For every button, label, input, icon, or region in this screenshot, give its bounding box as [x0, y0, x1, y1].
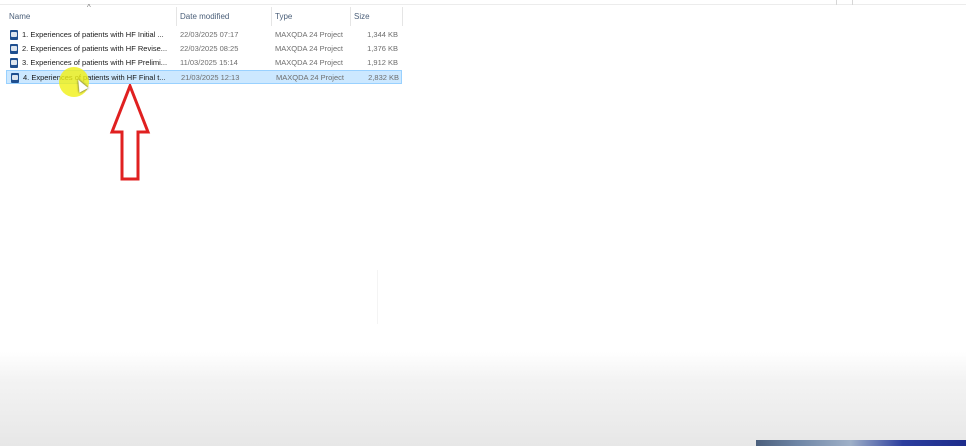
up-arrow-annotation: [109, 84, 151, 181]
file-size: 2,832 KB: [368, 73, 399, 82]
file-type: MAXQDA 24 Project: [275, 30, 343, 39]
file-name: 3. Experiences of patients with HF Preli…: [22, 58, 168, 67]
column-header-type[interactable]: Type: [272, 7, 350, 26]
toolbar-divider: [836, 0, 837, 5]
file-size: 1,344 KB: [367, 30, 398, 39]
file-type: MAXQDA 24 Project: [275, 58, 343, 67]
column-separator[interactable]: [402, 7, 403, 26]
file-row[interactable]: 3. Experiences of patients with HF Preli…: [6, 56, 402, 70]
maxqda-project-icon: [10, 30, 18, 40]
column-header-name[interactable]: Name: [6, 7, 174, 26]
file-name: 4. Experiences of patients with HF Final…: [23, 73, 166, 82]
maxqda-project-icon: [11, 73, 19, 83]
file-row[interactable]: 2. Experiences of patients with HF Revis…: [6, 42, 402, 56]
column-header-date-modified[interactable]: Date modified: [177, 7, 270, 26]
window-bottom-shade: [0, 352, 966, 446]
file-row[interactable]: 1. Experiences of patients with HF Initi…: [6, 28, 402, 42]
file-name: 2. Experiences of patients with HF Revis…: [22, 44, 168, 53]
file-type: MAXQDA 24 Project: [276, 73, 344, 82]
column-header-size[interactable]: Size: [351, 7, 401, 26]
file-date-modified: 22/03/2025 08:25: [180, 44, 239, 53]
background-artifact: [377, 270, 378, 324]
column-header-row: Name Date modified Type Size: [6, 7, 403, 26]
file-explorer-window: ^ Name Date modified Type Size 1. Experi…: [0, 0, 966, 446]
file-date-modified: 21/03/2025 12:13: [181, 73, 240, 82]
file-size: 1,912 KB: [367, 58, 398, 67]
maxqda-project-icon: [10, 58, 18, 68]
maxqda-project-icon: [10, 44, 18, 54]
file-type: MAXQDA 24 Project: [275, 44, 343, 53]
file-date-modified: 22/03/2025 07:17: [180, 30, 239, 39]
file-date-modified: 11/03/2025 15:14: [180, 58, 238, 67]
address-bar-edge: [0, 0, 966, 5]
file-size: 1,376 KB: [367, 44, 398, 53]
toolbar-divider: [852, 0, 853, 5]
taskbar-thumbnail: [756, 440, 966, 446]
file-name: 1. Experiences of patients with HF Initi…: [22, 30, 164, 39]
